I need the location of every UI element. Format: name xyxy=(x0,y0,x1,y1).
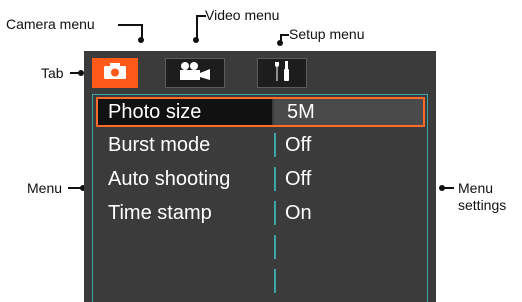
menu-item-value: Off xyxy=(285,133,312,156)
menu-item-name: Burst mode xyxy=(108,133,211,156)
menu-row-empty xyxy=(95,232,425,262)
tab-camera[interactable] xyxy=(92,58,138,88)
menu-item-name: Auto shooting xyxy=(108,167,231,190)
menu-panel: Photo size 5M Burst mode Off Auto shooti… xyxy=(92,94,428,302)
menu-settings-callout-line2: settings xyxy=(458,197,507,213)
setup-menu-dot xyxy=(277,40,283,46)
camera-icon xyxy=(103,62,127,85)
menu-row-auto-shooting[interactable]: Auto shooting Off xyxy=(95,164,425,194)
menu-item-value: 5M xyxy=(287,101,315,123)
setup-menu-callout: Setup menu xyxy=(289,26,365,42)
menu-item-name: Time stamp xyxy=(108,201,212,224)
video-camera-icon xyxy=(178,61,212,86)
camera-menu-leader-h xyxy=(118,24,142,26)
menu-settings-callout-line1: Menu xyxy=(458,180,494,196)
video-menu-leader-h xyxy=(196,15,206,17)
video-menu-leader-v xyxy=(196,15,198,39)
column-divider xyxy=(274,133,276,157)
menu-row-photo-size[interactable]: Photo size 5M xyxy=(96,97,425,127)
menu-settings-leader xyxy=(442,187,454,189)
wrench-screwdriver-icon xyxy=(272,60,292,87)
video-menu-dot xyxy=(193,37,199,43)
tab-callout: Tab xyxy=(41,65,64,81)
menu-item-name: Photo size xyxy=(108,101,202,123)
column-divider xyxy=(274,269,276,293)
menu-row-empty xyxy=(95,266,425,296)
video-menu-callout: Video menu xyxy=(205,7,280,23)
column-divider xyxy=(274,167,276,191)
menu-item-value: On xyxy=(285,201,312,224)
camera-screen: Photo size 5M Burst mode Off Auto shooti… xyxy=(84,51,436,302)
menu-callout: Menu xyxy=(27,180,63,196)
menu-row-time-stamp[interactable]: Time stamp On xyxy=(95,198,425,228)
column-divider xyxy=(274,201,276,225)
camera-menu-dot xyxy=(138,37,144,43)
tab-video[interactable] xyxy=(165,58,225,88)
tab-setup[interactable] xyxy=(257,58,307,88)
menu-item-value: Off xyxy=(285,167,312,190)
column-divider xyxy=(274,235,276,259)
camera-menu-callout: Camera menu xyxy=(6,16,95,32)
menu-row-burst-mode[interactable]: Burst mode Off xyxy=(95,130,425,160)
